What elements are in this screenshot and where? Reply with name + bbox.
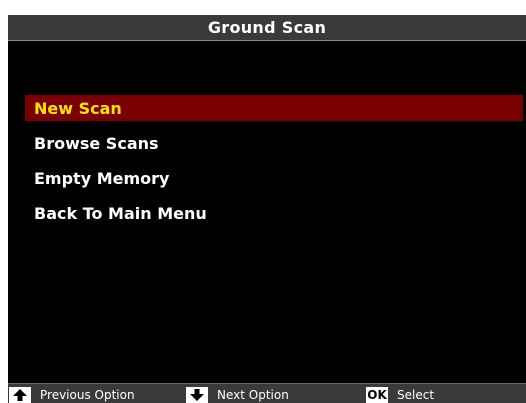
title-bar: Ground Scan <box>8 15 526 41</box>
menu-item-label: Back To Main Menu <box>34 203 207 223</box>
hint-label: Previous Option <box>40 388 135 402</box>
menu-item-empty-memory[interactable]: Empty Memory <box>8 165 526 191</box>
menu-item-back-to-main-menu[interactable]: Back To Main Menu <box>8 200 526 226</box>
hint-previous-option: Previous Option <box>9 386 135 403</box>
menu-item-label: Browse Scans <box>34 133 159 153</box>
page-title: Ground Scan <box>207 18 327 37</box>
hint-label: Select <box>397 388 435 402</box>
device-screen: Ground Scan New Scan Browse Scans Empty … <box>8 15 526 403</box>
ok-key-icon: OK <box>366 387 388 403</box>
menu-item-label: Empty Memory <box>34 168 170 188</box>
hint-label: Next Option <box>217 388 289 402</box>
arrow-down-icon <box>186 387 208 403</box>
footer-hints: Previous Option Next Option OK Select <box>8 383 526 403</box>
arrow-up-icon <box>9 387 31 403</box>
menu-item-browse-scans[interactable]: Browse Scans <box>8 130 526 156</box>
menu-item-new-scan[interactable]: New Scan <box>25 95 523 121</box>
hint-next-option: Next Option <box>186 386 289 403</box>
hint-select: OK Select <box>366 386 434 403</box>
menu-item-label: New Scan <box>34 98 122 118</box>
main-menu: New Scan Browse Scans Empty Memory Back … <box>8 95 526 235</box>
